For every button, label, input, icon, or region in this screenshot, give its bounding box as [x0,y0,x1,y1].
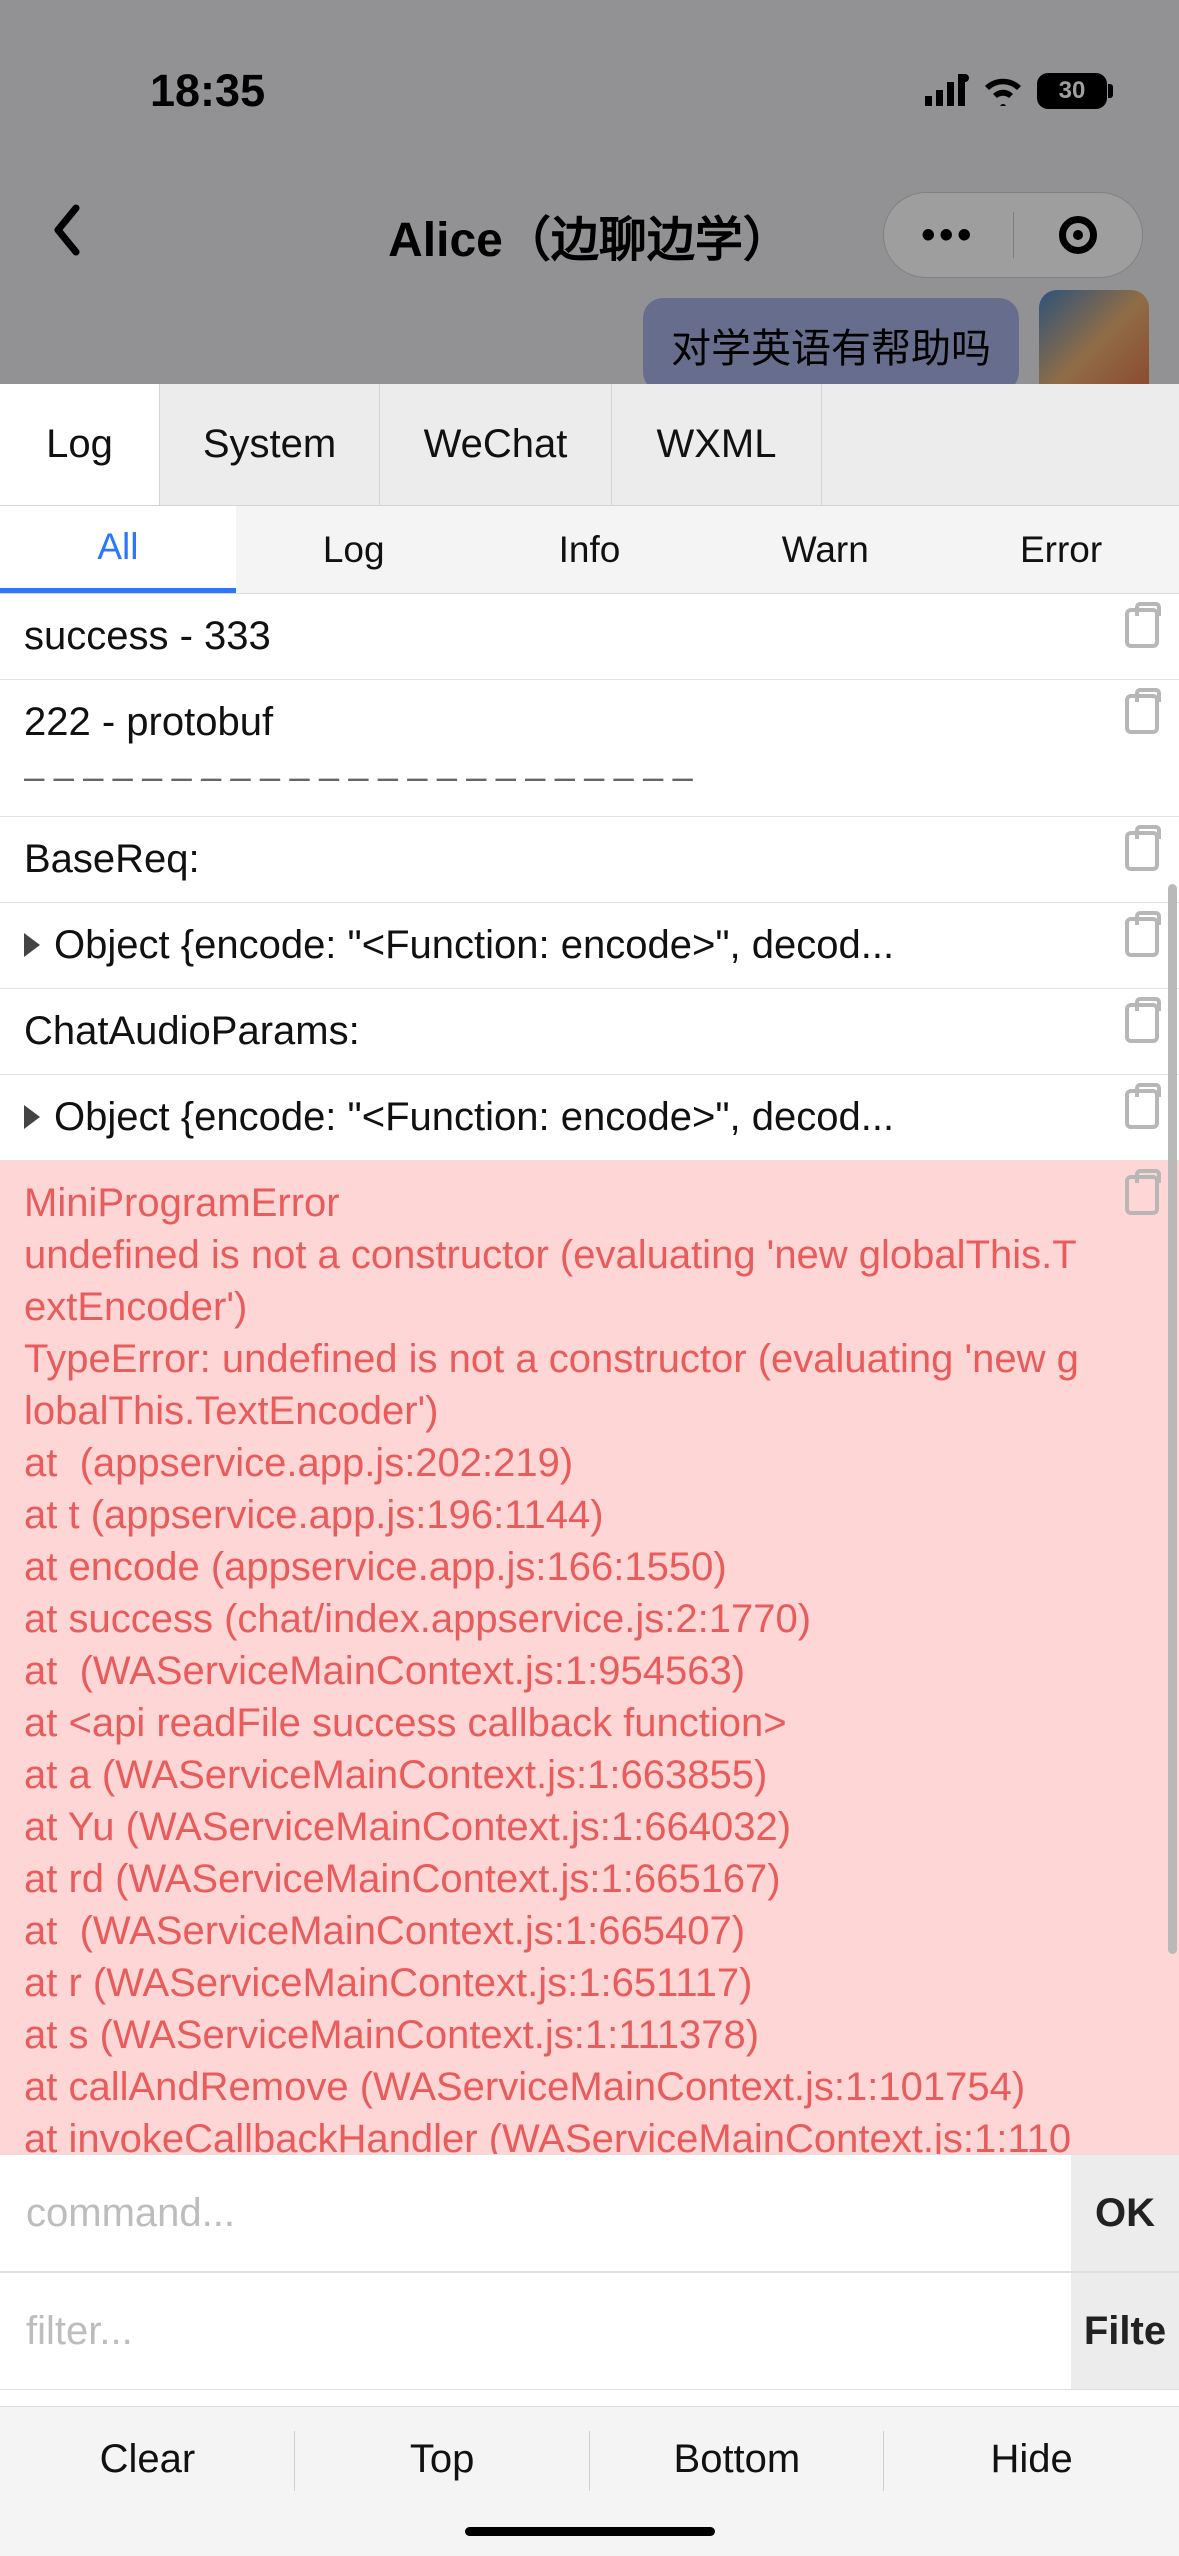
tab-wechat[interactable]: WeChat [380,384,612,505]
tab-wxml[interactable]: WXML [612,384,822,505]
battery-icon: 30 [1037,73,1107,109]
copy-icon[interactable] [1125,1175,1159,1215]
vconsole-subtabs: AllLogInfoWarnError [0,506,1179,594]
command-row: OK [0,2154,1179,2272]
log-row[interactable]: MiniProgramError undefined is not a cons… [0,1161,1179,2154]
copy-icon[interactable] [1125,1003,1159,1043]
copy-icon[interactable] [1125,1089,1159,1129]
filter-button[interactable]: Filte [1071,2273,1179,2389]
copy-icon[interactable] [1125,694,1159,734]
scrollbar[interactable] [1168,884,1177,1954]
wifi-icon [983,65,1023,117]
status-bar: 18:35 30 [0,46,1179,136]
nav-bar: Alice（边聊边学） ••• [0,180,1179,290]
log-row[interactable]: BaseReq: [0,817,1179,903]
chat-bubble: 对学英语有帮助吗 [643,298,1019,392]
capsule-close-button[interactable] [1014,216,1143,254]
vconsole-tabs: LogSystemWeChatWXML [0,384,1179,506]
vconsole-panel: LogSystemWeChatWXML AllLogInfoWarnError … [0,384,1179,2556]
status-time: 18:35 [150,65,265,117]
subtab-all[interactable]: All [0,506,236,593]
command-input[interactable] [0,2155,1071,2271]
tab-system[interactable]: System [160,384,380,505]
home-indicator [465,2527,715,2536]
command-ok-button[interactable]: OK [1071,2155,1179,2271]
copy-icon[interactable] [1125,831,1159,871]
subtab-info[interactable]: Info [472,506,708,593]
miniprogram-capsule: ••• [883,192,1143,278]
filter-input[interactable] [0,2273,1071,2389]
copy-icon[interactable] [1125,917,1159,957]
log-list[interactable]: success - 333222 - protobuf—————————————… [0,594,1179,2154]
expand-arrow-icon[interactable] [24,933,40,957]
log-row[interactable]: Object {encode: "<Function: encode>", de… [0,1075,1179,1161]
log-row[interactable]: success - 333 [0,594,1179,680]
filter-row: Filte [0,2272,1179,2390]
toolbar-clear-button[interactable]: Clear [0,2407,295,2556]
subtab-error[interactable]: Error [943,506,1179,593]
toolbar-hide-button[interactable]: Hide [884,2407,1179,2556]
log-row[interactable]: ChatAudioParams: [0,989,1179,1075]
log-row[interactable]: 222 - protobuf——————————————————————— [0,680,1179,817]
subtab-log[interactable]: Log [236,506,472,593]
cellular-icon [925,65,969,117]
log-row[interactable]: Object {encode: "<Function: encode>", de… [0,903,1179,989]
capsule-menu-button[interactable]: ••• [884,213,1013,258]
tab-blank[interactable] [822,384,1179,505]
tab-log[interactable]: Log [0,384,160,505]
copy-icon[interactable] [1125,608,1159,648]
subtab-warn[interactable]: Warn [707,506,943,593]
back-button[interactable] [50,201,82,270]
expand-arrow-icon[interactable] [24,1105,40,1129]
target-icon [1059,216,1097,254]
